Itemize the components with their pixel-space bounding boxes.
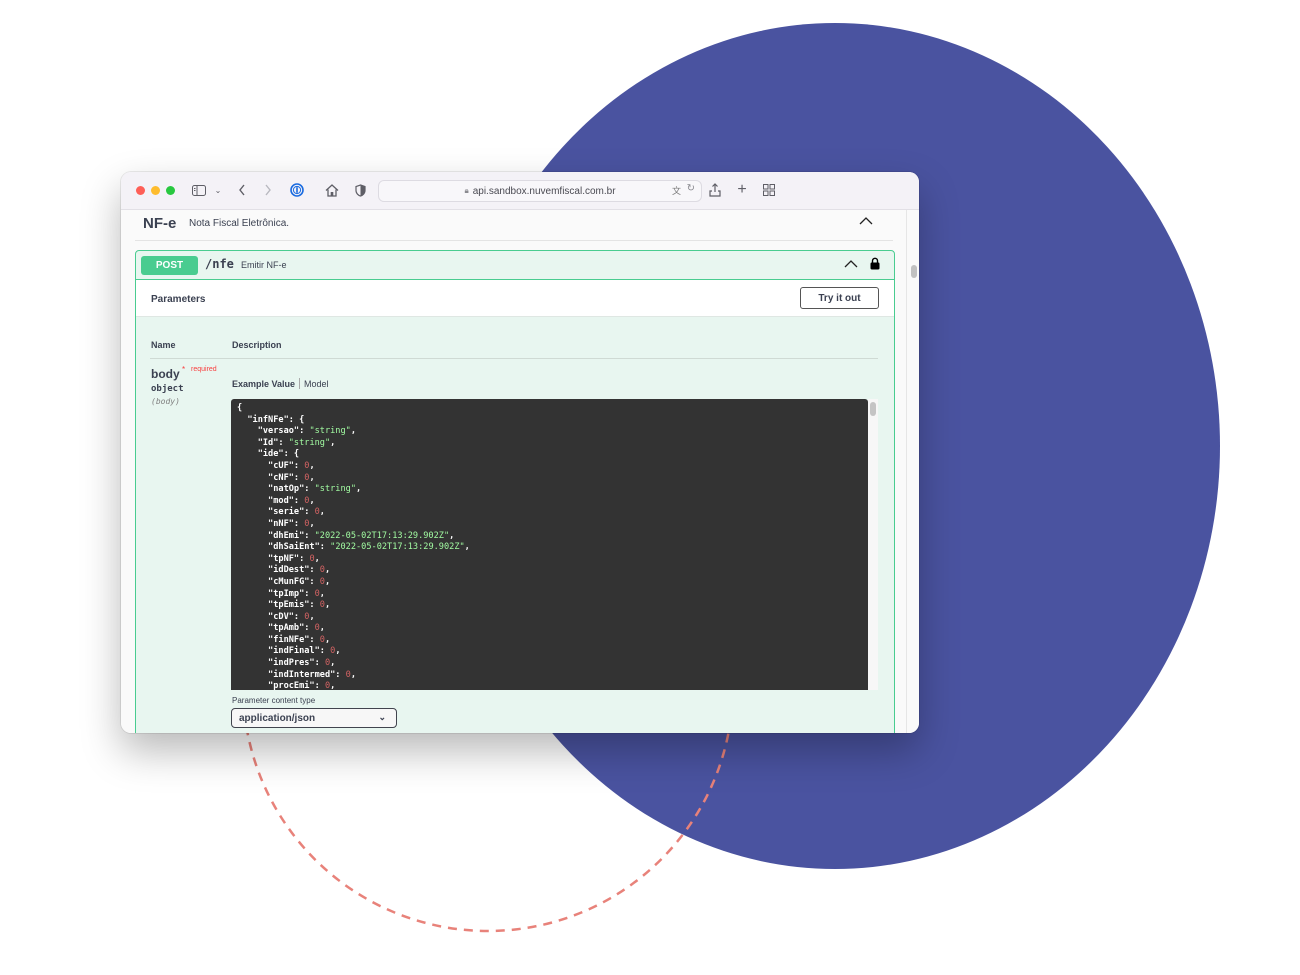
parameter-location: (body) — [151, 397, 180, 406]
json-line: "natOp": "string", — [237, 484, 362, 495]
json-line: "procEmi": 0, — [237, 681, 336, 690]
privacy-shield-icon[interactable] — [354, 181, 366, 199]
json-line: "cDV": 0, — [237, 611, 315, 622]
share-icon[interactable] — [708, 181, 721, 199]
tab-example-value[interactable]: Example Value — [232, 379, 295, 389]
browser-window: ⌄ 🔒︎ api.sandbox.nuvemfiscal.com.br ⽂ ↻ … — [121, 172, 919, 733]
json-line: "serie": 0, — [237, 507, 325, 518]
tab-overview-icon[interactable] — [763, 181, 775, 199]
json-line: "dhSaiEnt": "2022-05-02T17:13:29.902Z", — [237, 542, 470, 553]
json-line: "idDest": 0, — [237, 565, 331, 576]
page-scrollbar[interactable] — [906, 210, 919, 733]
http-method-badge: POST — [141, 256, 198, 275]
json-line: "nNF": 0, — [237, 518, 315, 529]
json-line: "finNFe": 0, — [237, 634, 331, 645]
forward-icon[interactable] — [263, 181, 273, 199]
json-line: "mod": 0, — [237, 495, 315, 506]
content-type-select[interactable]: application/json ⌄ — [231, 708, 397, 728]
url-text: api.sandbox.nuvemfiscal.com.br — [472, 185, 616, 197]
json-line: "indFinal": 0, — [237, 646, 341, 657]
home-icon[interactable] — [324, 181, 339, 199]
page-scrollbar-thumb[interactable] — [911, 265, 917, 278]
tab-separator — [299, 378, 301, 389]
close-window-button[interactable] — [136, 186, 145, 195]
parameters-table-divider — [150, 358, 878, 359]
example-model-tabs: Example Value Model — [232, 378, 329, 389]
parameter-name: body — [151, 367, 180, 381]
chevron-down-icon: ⌄ — [378, 712, 386, 722]
json-line: "ide": { — [237, 449, 300, 460]
reload-icon[interactable]: ↻ — [687, 183, 695, 194]
operation-path: /nfe — [205, 257, 234, 271]
parameter-type: object — [151, 384, 184, 394]
translate-icon[interactable]: ⽂ — [672, 184, 681, 197]
tab-model[interactable]: Model — [304, 379, 329, 389]
json-line: "cMunFG": 0, — [237, 576, 331, 587]
address-bar[interactable]: 🔒︎ api.sandbox.nuvemfiscal.com.br ⽂ ↻ — [378, 180, 702, 202]
new-tab-icon[interactable]: + — [736, 181, 748, 199]
collapse-tag-chevron-icon[interactable] — [859, 214, 873, 228]
json-line: "tpAmb": 0, — [237, 623, 325, 634]
content-type-label: Parameter content type — [232, 696, 316, 705]
lock-icon: 🔒︎ — [464, 186, 469, 195]
parameters-title: Parameters — [151, 294, 206, 305]
required-asterisk: * — [182, 365, 186, 374]
swagger-content: NF-e Nota Fiscal Eletrônica. POST /nfe E… — [121, 210, 906, 733]
zoom-window-button[interactable] — [166, 186, 175, 195]
json-line: "versao": "string", — [237, 426, 357, 437]
operation-summary[interactable]: POST /nfe Emitir NF-e — [136, 251, 894, 280]
json-line: "indIntermed": 0, — [237, 669, 357, 680]
sidebar-toggle-icon[interactable] — [192, 181, 206, 199]
column-header-name: Name — [151, 340, 176, 350]
back-icon[interactable] — [237, 181, 247, 199]
example-value-code-block[interactable]: { "infNFe": { "versao": "string", "Id": … — [231, 399, 868, 690]
authorization-lock-icon[interactable] — [870, 257, 880, 270]
json-line: "dhEmi": "2022-05-02T17:13:29.902Z", — [237, 530, 455, 541]
try-it-out-button[interactable]: Try it out — [800, 287, 879, 309]
json-line: "tpImp": 0, — [237, 588, 325, 599]
json-line: "cNF": 0, — [237, 472, 315, 483]
minimize-window-button[interactable] — [151, 186, 160, 195]
json-line: "infNFe": { — [237, 414, 305, 425]
json-line: "Id": "string", — [237, 437, 336, 448]
json-line: "cUF": 0, — [237, 460, 315, 471]
operation-block-post-nfe: POST /nfe Emitir NF-e Parameters Try it … — [135, 250, 895, 733]
tag-divider — [135, 240, 893, 241]
password-manager-icon[interactable] — [289, 181, 304, 199]
tag-title[interactable]: NF-e — [143, 215, 176, 232]
chevron-down-icon[interactable]: ⌄ — [213, 181, 223, 199]
required-label: required — [191, 366, 217, 373]
content-type-value: application/json — [239, 712, 316, 724]
example-json: { "infNFe": { "versao": "string", "Id": … — [237, 403, 470, 690]
operation-summary-text: Emitir NF-e — [241, 260, 287, 270]
browser-toolbar: ⌄ 🔒︎ api.sandbox.nuvemfiscal.com.br ⽂ ↻ … — [121, 172, 919, 210]
json-line: "indPres": 0, — [237, 658, 336, 669]
code-scrollbar-thumb[interactable] — [870, 402, 876, 416]
parameters-header: Parameters Try it out — [136, 280, 894, 317]
json-line: "tpNF": 0, — [237, 553, 320, 564]
tag-description: Nota Fiscal Eletrônica. — [189, 218, 290, 229]
code-scrollbar[interactable] — [868, 399, 878, 690]
json-line: "tpEmis": 0, — [237, 600, 331, 611]
column-header-description: Description — [232, 340, 282, 350]
collapse-operation-chevron-icon[interactable] — [844, 257, 858, 271]
